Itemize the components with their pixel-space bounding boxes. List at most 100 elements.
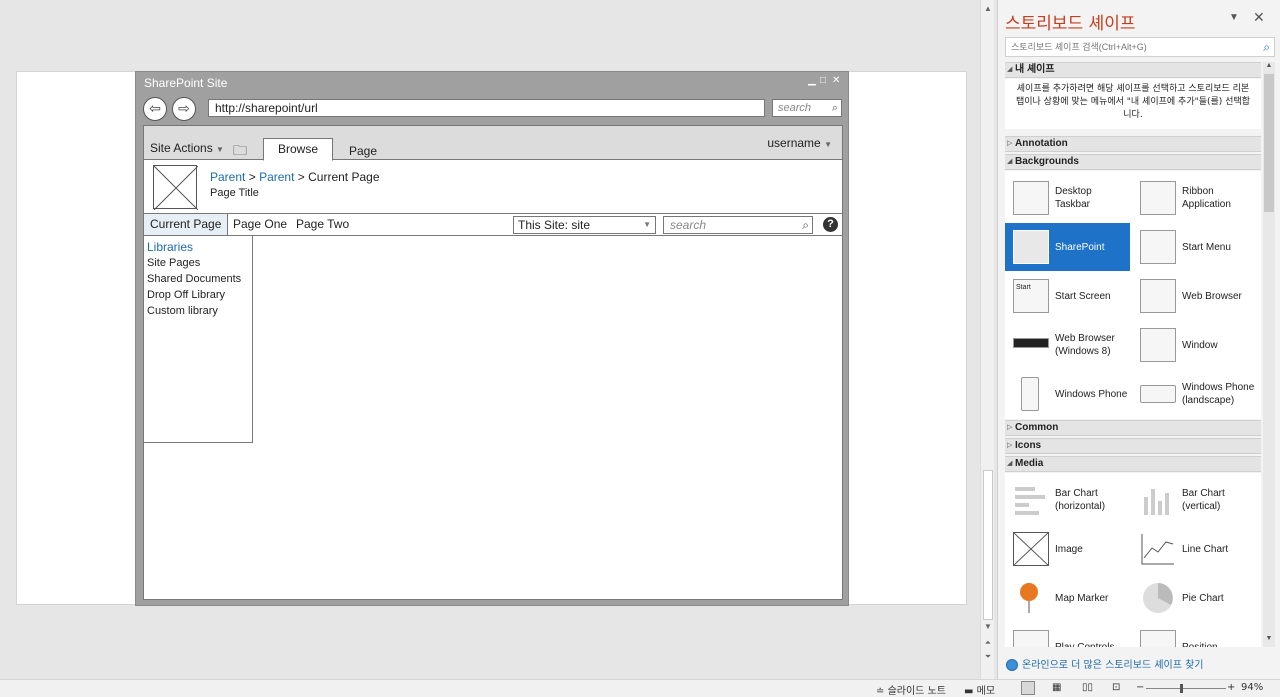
nav-page-two: Page Two [296,217,350,231]
chevron-down-icon: ▼ [643,220,651,229]
collapsed-triangle-icon: ▷ [1007,442,1013,449]
help-icon: ? [823,217,838,232]
page-up-icon[interactable]: ⏶ [981,636,995,650]
zoom-in-icon[interactable]: + [1227,682,1235,693]
user-menu: username ▼ [767,136,832,150]
nav-current-page: Current Page [144,214,229,235]
position-icon [1140,630,1176,647]
expanded-triangle-icon: ◢ [1007,66,1013,73]
close-icon: ✕ [832,75,841,86]
pane-close-icon[interactable]: ✕ [1253,9,1265,26]
shape-windows-phone[interactable]: Windows Phone [1005,370,1130,418]
search-icon[interactable]: ⌕ [1263,38,1270,56]
shape-label: Position [1182,641,1218,648]
reading-view-icon[interactable]: ▯▯ [1082,682,1093,693]
shape-label: Web Browser [1182,290,1242,302]
minimize-icon: ▁ [808,75,816,86]
pane-vertical-scrollbar[interactable]: ▲ ▼ [1263,62,1275,647]
zoom-slider-thumb[interactable] [1180,684,1183,693]
status-bar: ≐ 슬라이드 노트 ▬ 메모 ▦ ▯▯ ⊡ − + 94% [0,679,1280,697]
zoom-slider-track[interactable] [1146,688,1226,689]
editor-vertical-scrollbar[interactable]: ▲ ▼ ⏶ ⏷ [980,0,994,679]
expanded-triangle-icon: ◢ [1007,460,1013,467]
pane-options-chevron-icon[interactable]: ▼ [1229,12,1239,23]
slide-sorter-view-icon[interactable]: ▦ [1052,682,1061,693]
shape-search-input[interactable]: 스토리보드 셰이프 검색(Ctrl+Alt+G) ⌕ [1005,37,1275,57]
start-screen-icon-text: Start [1016,284,1031,291]
site-search-field: search ⌕ [663,216,813,234]
shape-web-browser-windows-8[interactable]: Web Browser (Windows 8) [1005,321,1130,369]
pane-title: 스토리보드 셰이프 [1005,14,1136,34]
scrollbar-thumb[interactable] [1264,74,1274,212]
sharepoint-window-shape[interactable]: SharePoint Site ▁ □ ✕ ⇦ ⇨ http://sharepo… [135,71,849,606]
shape-window[interactable]: Window [1132,321,1257,369]
breadcrumb-parent-1: Parent [210,170,246,184]
bar-chart-vertical-icon [1140,483,1176,517]
shape-line-chart[interactable]: Line Chart [1132,525,1257,573]
section-annotation-label: Annotation [1015,138,1068,149]
scroll-down-icon[interactable]: ▼ [981,620,995,634]
section-backgrounds[interactable]: ◢ Backgrounds [1005,154,1261,170]
find-more-shapes-link[interactable]: 온라인으로 더 많은 스토리보드 셰이프 찾기 [1006,656,1204,671]
shape-web-browser[interactable]: Web Browser [1132,272,1257,320]
sharepoint-page: Site Actions ▼ 🗀 Browse Page username ▼ [143,125,843,600]
notes-button[interactable]: ≐ 슬라이드 노트 [876,682,946,697]
section-icons-label: Icons [1015,440,1042,451]
slideshow-view-icon[interactable]: ⊡ [1112,682,1120,693]
breadcrumb-separator: > [248,170,256,184]
section-my-shapes[interactable]: ◢ 내 셰이프 [1005,62,1261,78]
shape-bar-chart-horizontal[interactable]: Bar Chart (horizontal) [1005,476,1130,524]
shape-pie-chart[interactable]: Pie Chart [1132,574,1257,622]
comments-button[interactable]: ▬ 메모 [964,682,995,697]
page-down-icon[interactable]: ⏷ [981,650,995,664]
url-field: http://sharepoint/url [208,99,765,117]
shape-sharepoint[interactable]: SharePoint [1005,223,1130,271]
shape-label: Line Chart [1182,543,1229,555]
shape-label: Bar Chart (horizontal) [1055,488,1106,512]
section-annotation[interactable]: ▷ Annotation [1005,136,1261,152]
section-icons[interactable]: ▷ Icons [1005,438,1261,454]
shape-label: Ribbon Application [1182,186,1231,210]
tab-browse: Browse [263,138,334,161]
chevron-down-icon: ▼ [824,140,832,149]
shape-windows-phone-landscape[interactable]: Windows Phone (landscape) [1132,370,1257,418]
maximize-icon: □ [820,75,827,86]
shape-play-controls[interactable]: Play Controls [1005,623,1130,647]
username-label: username [767,136,821,150]
start-screen-icon: Start [1013,279,1049,313]
shape-label: Start Menu [1182,241,1231,253]
shape-label: Start Screen [1055,290,1111,302]
storyboard-shapes-pane: 스토리보드 셰이프 ▼ ✕ 스토리보드 셰이프 검색(Ctrl+Alt+G) ⌕… [997,0,1280,679]
shape-label: Image [1055,543,1083,555]
chevron-down-icon: ▼ [216,145,224,154]
scroll-up-icon[interactable]: ▲ [981,2,995,16]
shape-position[interactable]: Position [1132,623,1257,647]
shape-map-marker[interactable]: Map Marker [1005,574,1130,622]
zoom-level[interactable]: 94% [1241,682,1263,693]
shape-image[interactable]: Image [1005,525,1130,573]
shape-ribbon-application[interactable]: Ribbon Application [1132,174,1257,222]
normal-view-icon[interactable] [1021,681,1035,695]
shape-label: Windows Phone (landscape) [1182,382,1255,406]
scrollbar-thumb[interactable] [983,470,993,620]
ribbon-application-icon [1140,181,1176,215]
scroll-down-icon[interactable]: ▼ [1263,635,1275,642]
shape-bar-chart-vertical[interactable]: Bar Chart (vertical) [1132,476,1257,524]
quick-launch: Libraries Site Pages Shared Documents Dr… [144,236,253,443]
section-common[interactable]: ▷ Common [1005,420,1261,436]
section-media[interactable]: ◢ Media [1005,456,1261,472]
quick-launch-item: Drop Off Library [147,289,226,301]
sharepoint-shape-icon [1013,230,1049,264]
section-media-label: Media [1015,458,1044,469]
image-icon [1013,532,1049,566]
web-browser-icon [1140,279,1176,313]
shape-start-menu[interactable]: Start Menu [1132,223,1257,271]
scroll-up-icon[interactable]: ▲ [1263,62,1275,69]
shape-label: SharePoint [1055,241,1105,253]
globe-icon [1006,659,1018,671]
site-actions-menu: Site Actions ▼ [150,141,224,155]
sharepoint-header: Parent > Parent > Current Page Page Titl… [144,160,842,214]
zoom-out-icon[interactable]: − [1136,682,1144,693]
shape-desktop-taskbar[interactable]: Desktop Taskbar [1005,174,1130,222]
shape-start-screen[interactable]: Start Start Screen [1005,272,1130,320]
